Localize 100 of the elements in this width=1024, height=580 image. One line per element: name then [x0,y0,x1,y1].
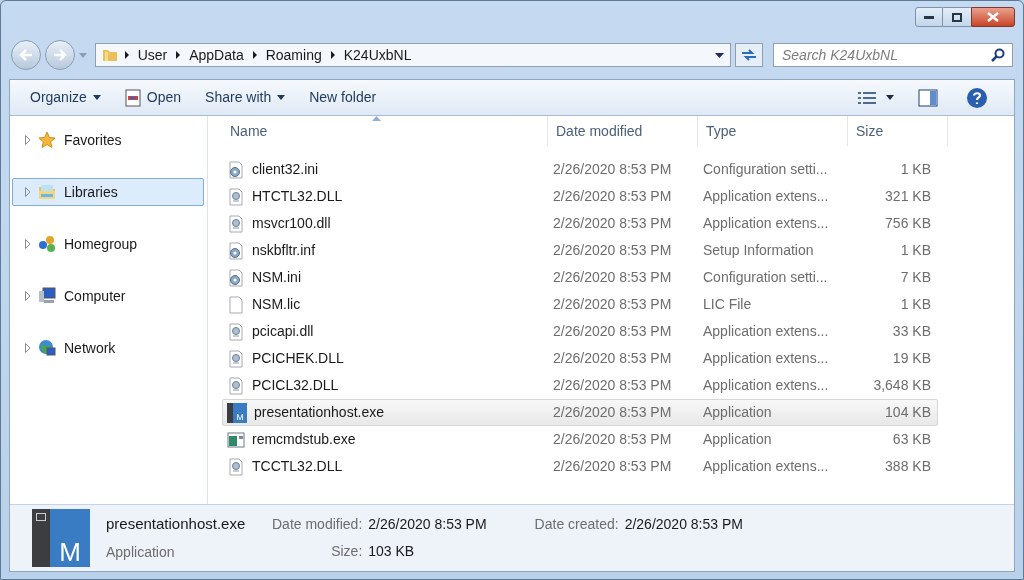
file-type: Application [106,542,176,562]
type-cell-text: Configuration setti... [702,268,829,287]
type-cell-text: Configuration setti... [702,160,829,179]
file-name: PCICL32.DLL [252,376,339,395]
file-name: NSM.lic [252,295,301,314]
file-row[interactable]: client32.ini 2/26/2020 8:53 PM Configuration setti... 1 KB [222,156,938,183]
size-cell-text: 756 KB [884,214,931,233]
folder-icon [101,47,118,63]
sidebar-item[interactable]: Favorites [12,126,204,154]
size-cell-text: 1 KB [899,241,931,260]
settings-file-icon [227,268,245,287]
date-cell-text: 2/26/2020 8:53 PM [552,214,673,233]
size-cell-text: 33 KB [891,322,931,341]
settings-file-icon [227,241,245,260]
breadcrumb[interactable]: Roaming [263,44,324,66]
field-value: 2/26/2020 8:53 PM [368,515,487,534]
file-row[interactable]: pcicapi.dll 2/26/2020 8:53 PM Application extens... 33 KB [222,318,938,345]
date-cell-text: 2/26/2020 8:53 PM [552,403,673,422]
date-cell-text: 2/26/2020 8:53 PM [552,241,673,260]
size-cell-text: 1 KB [899,160,931,179]
minimize-icon [924,15,934,19]
maximize-button[interactable] [943,7,971,27]
caret-icon [92,95,101,100]
file-name: pcicapi.dll [252,322,314,341]
library-file-icon [227,214,245,233]
libraries-icon [38,183,56,201]
file-name: nskbfltr.inf [252,241,316,260]
field-value: 2/26/2020 8:53 PM [624,515,743,534]
caret-icon[interactable] [886,95,894,100]
settings-file-icon [227,160,245,179]
toolbar-button[interactable]: Share with [195,83,296,112]
date-cell-text: 2/26/2020 8:53 PM [552,295,673,314]
help-icon[interactable] [966,86,988,109]
type-cell-text: Application [702,403,773,422]
library-file-icon [227,376,245,395]
network-icon [38,339,56,357]
file-row[interactable]: PCICL32.DLL 2/26/2020 8:53 PM Application extens... 3,648 KB [222,372,938,399]
type-cell-text: Application extens... [702,214,830,233]
toolbar-button[interactable]: Organize [20,83,111,112]
file-name: PCICHEK.DLL [252,349,344,368]
date-cell-text: 2/26/2020 8:53 PM [552,349,673,368]
field-label: Date modified: [272,515,363,534]
dropdown-caret-icon[interactable] [715,52,725,58]
view-options-icon[interactable] [858,90,876,105]
file-row[interactable]: nskbfltr.inf 2/26/2020 8:53 PM Setup Information 1 KB [222,237,938,264]
file-row[interactable]: remcmdstub.exe 2/26/2020 8:53 PM Application 63 KB [222,426,938,453]
library-file-icon [227,187,245,206]
expand-arrow-icon [25,343,31,353]
date-cell-text: 2/26/2020 8:53 PM [552,268,673,287]
caret-icon [277,95,286,100]
blank-file-icon [227,295,245,314]
type-cell-text: LIC File [702,295,753,314]
type-cell-text: Application [702,430,773,449]
expand-arrow-icon [25,187,31,197]
file-name: presentationhost.exe [106,514,247,535]
back-button[interactable] [11,40,41,70]
file-row[interactable]: PCICHEK.DLL 2/26/2020 8:53 PM Application extens... 19 KB [222,345,938,372]
toolbar-button[interactable]: Open [114,83,192,112]
refresh-icon [741,48,758,62]
date-cell-text: 2/26/2020 8:53 PM [552,457,673,476]
library-file-icon [227,349,245,368]
search-icon [991,48,1005,62]
type-cell-text: Setup Information [702,241,815,260]
field-label: Size: [330,542,363,561]
file-row[interactable]: NSM.lic 2/26/2020 8:53 PM LIC File 1 KB [222,291,938,318]
search-field[interactable]: Search K24UxbNL [773,43,1013,67]
address-bar[interactable]: User AppData Roaming K24UxbNL [94,43,732,67]
file-row[interactable]: msvcr100.dll 2/26/2020 8:53 PM Application extens... 756 KB [222,210,938,237]
application-window-icon [227,430,245,449]
column-header[interactable]: Date modified [548,116,698,146]
expand-arrow-icon [25,239,31,249]
homegroup-icon [38,235,56,253]
computer-icon [38,287,56,305]
size-cell-text: 19 KB [891,349,931,368]
breadcrumb[interactable]: K24UxbNL [341,44,414,66]
library-file-icon [227,457,245,476]
expand-arrow-icon [25,291,31,301]
minimize-button[interactable] [915,7,943,27]
toolbar-button[interactable]: New folder [299,83,387,112]
breadcrumb[interactable]: AppData [187,44,246,66]
column-header[interactable]: Size [848,116,948,146]
close-icon [987,12,999,22]
refresh-button[interactable] [735,43,763,67]
close-button[interactable] [971,7,1015,27]
preview-pane-icon[interactable] [918,88,938,107]
file-name: client32.ini [252,160,319,179]
library-file-icon [227,322,245,341]
column-header[interactable]: Type [698,116,848,146]
sidebar-item[interactable]: Computer [12,282,204,310]
file-name: NSM.ini [252,268,301,287]
sidebar-item[interactable]: Homegroup [12,230,204,258]
file-row[interactable]: HTCTL32.DLL 2/26/2020 8:53 PM Application extens... 321 KB [222,183,938,210]
file-row[interactable]: NSM.ini 2/26/2020 8:53 PM Configuration setti... 7 KB [222,264,938,291]
size-cell-text: 7 KB [899,268,931,287]
file-row[interactable]: M presentationhost.exe 2/26/2020 8:53 PM Application 104 KB [222,399,938,426]
size-cell-text: 3,648 KB [872,376,931,395]
sidebar-item[interactable]: Libraries [12,178,204,206]
file-row[interactable]: TCCTL32.DLL 2/26/2020 8:53 PM Application extens... 388 KB [222,453,938,480]
breadcrumb[interactable]: User [135,44,170,66]
sidebar-item[interactable]: Network [12,334,204,362]
